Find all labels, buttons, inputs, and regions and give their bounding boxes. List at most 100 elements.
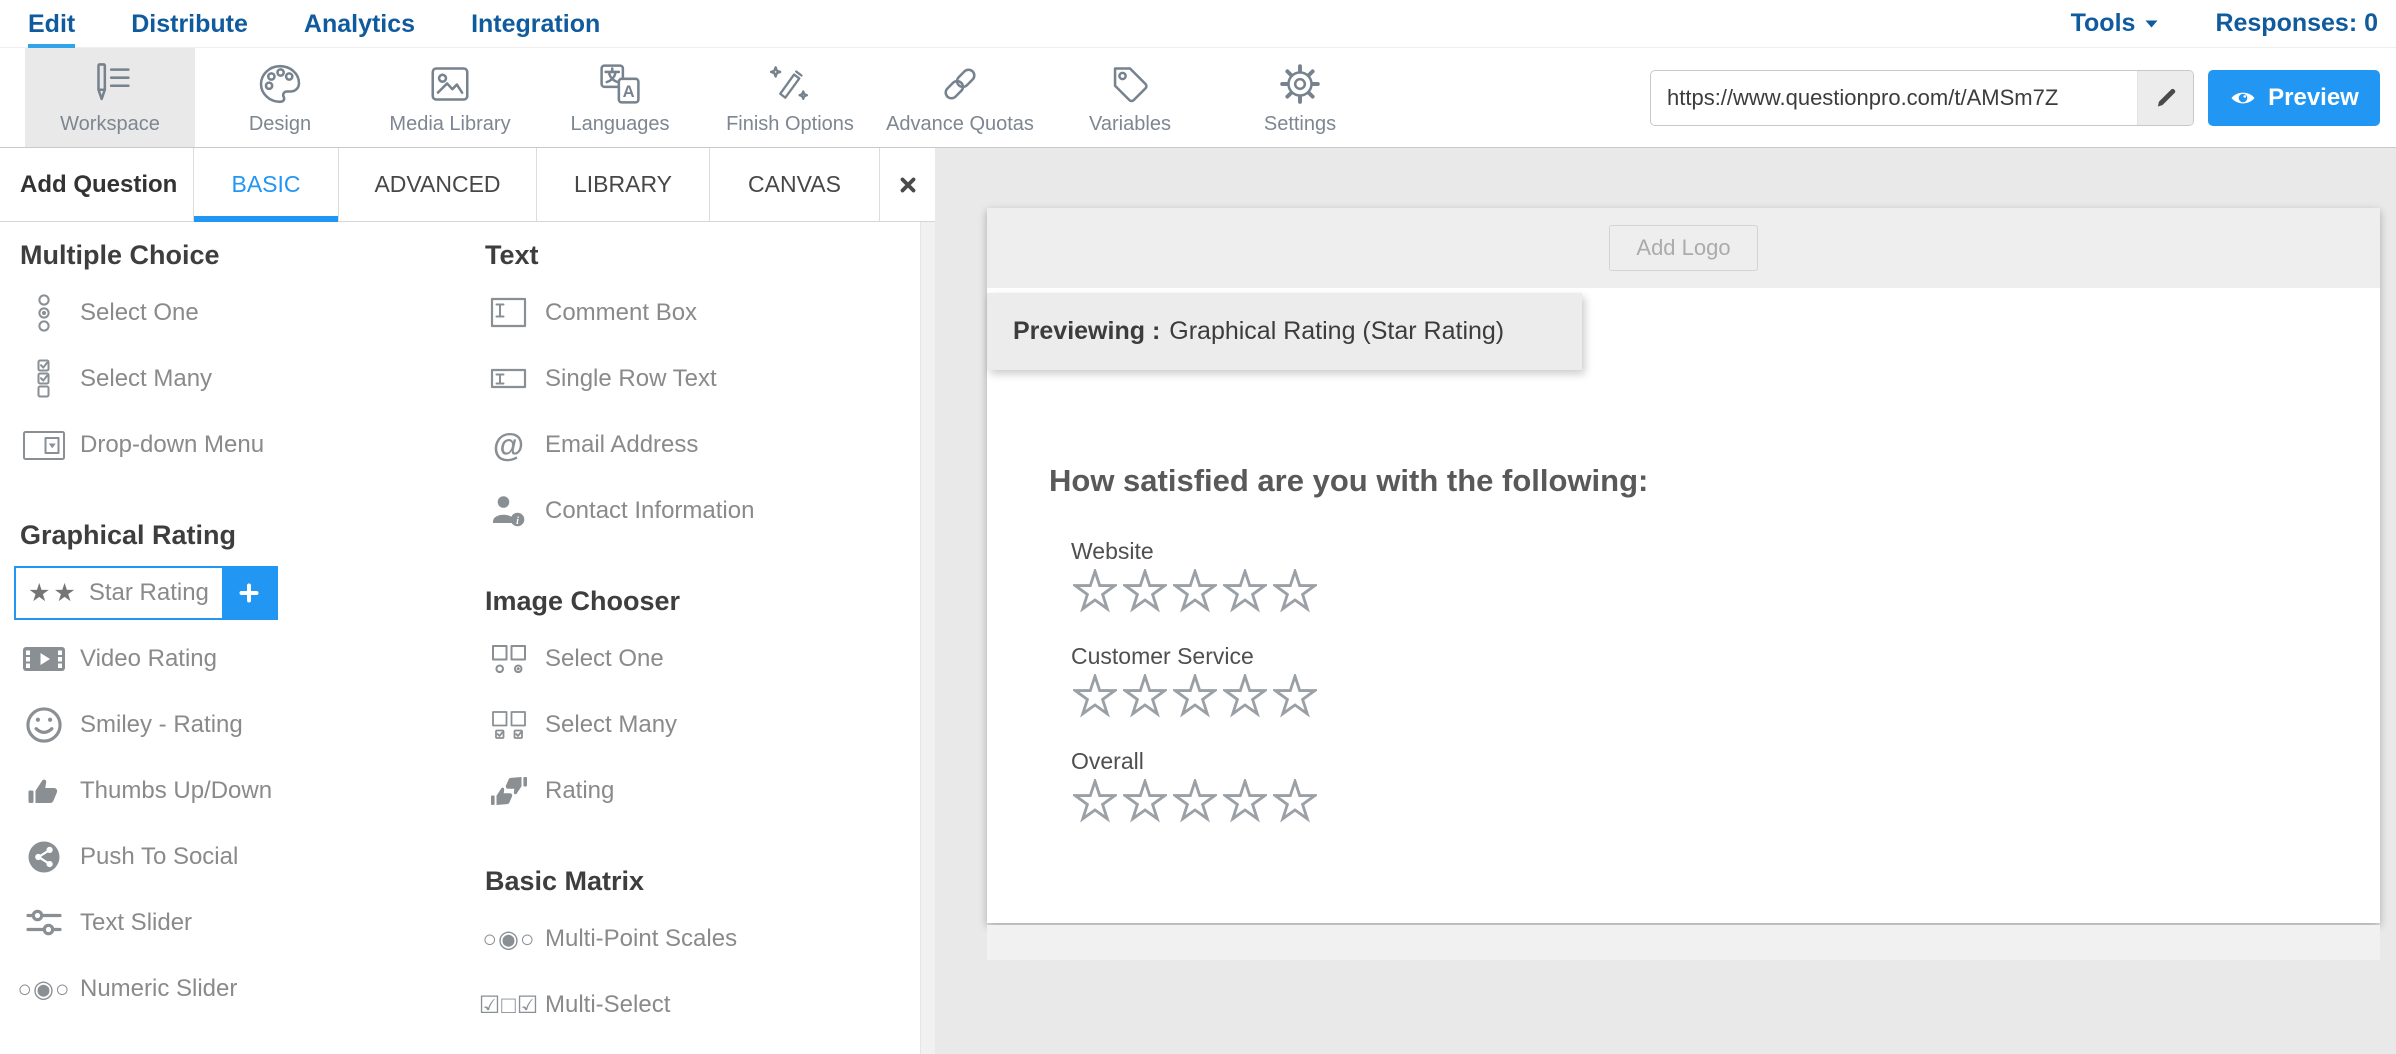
question-type-video-rating[interactable]: Video Rating <box>0 626 465 692</box>
nav-item-integration[interactable]: Integration <box>471 2 600 46</box>
toolbar-item-media-library[interactable]: Media Library <box>365 48 535 147</box>
star-outline-icon[interactable] <box>1073 569 1117 615</box>
question-type-label: Numeric Slider <box>80 975 237 1003</box>
preview-area: Add Logo Previewing : Graphical Rating (… <box>935 148 2396 1054</box>
star-outline-icon[interactable] <box>1173 674 1217 720</box>
question-type-drop-down-menu[interactable]: Drop-down Menu <box>0 412 465 478</box>
edit-url-button[interactable] <box>2137 71 2193 125</box>
survey-url-box <box>1650 70 2194 126</box>
question-type-select-one[interactable]: Select One <box>465 626 935 692</box>
question-type-star-rating[interactable]: ★★ Star Rating <box>0 560 465 626</box>
email-at-icon: @ <box>485 427 533 464</box>
star-outline-icon[interactable] <box>1073 674 1117 720</box>
toolbar-item-advance-quotas[interactable]: Advance Quotas <box>875 48 1045 147</box>
star-outline-icon[interactable] <box>1073 779 1117 825</box>
survey-toolbar: Workspace Design Media Library A Language… <box>0 48 2396 148</box>
add-question-panel: Add Question BASICADVANCEDLIBRARYCANVAS … <box>0 148 935 1054</box>
nav-items: Edit Distribute Analytics Integration <box>28 0 600 48</box>
toolbar-item-finish-options[interactable]: Finish Options <box>705 48 875 147</box>
toolbar-item-label: Languages <box>571 113 670 136</box>
pencil-icon <box>2153 85 2179 111</box>
question-type-thumbs-up-down[interactable]: Thumbs Up/Down <box>0 758 465 824</box>
question-type-numeric-slider[interactable]: ○◉○ Numeric Slider <box>0 956 465 1022</box>
multi-point-scales-icon: ○◉○ <box>485 925 533 954</box>
nav-item-analytics[interactable]: Analytics <box>304 2 415 46</box>
question-type-single-row-text[interactable]: Single Row Text <box>465 346 935 412</box>
image-rating-thumbs-icon <box>485 773 533 809</box>
tab-library[interactable]: LIBRARY <box>536 148 709 221</box>
push-to-social-icon <box>20 837 68 877</box>
tab-basic[interactable]: BASIC <box>193 148 338 221</box>
question-type-label: Contact Information <box>545 497 754 525</box>
star-outline-icon[interactable] <box>1173 779 1217 825</box>
question-text: How satisfied are you with the following… <box>1049 463 1648 499</box>
preview-button[interactable]: Preview <box>2208 70 2380 126</box>
section-heading-graphical-rating: Graphical Rating <box>0 514 465 560</box>
previewing-label: Previewing : <box>1013 317 1160 346</box>
nav-item-edit[interactable]: Edit <box>28 0 75 48</box>
logo-band: Add Logo <box>987 208 2380 288</box>
star-outline-icon[interactable] <box>1223 779 1267 825</box>
close-panel-button[interactable] <box>879 148 935 221</box>
question-type-contact-information[interactable]: i Contact Information <box>465 478 935 544</box>
question-type-label: Select Many <box>80 365 212 393</box>
question-type-label: Multi-Select <box>545 991 670 1019</box>
star-outline-icon[interactable] <box>1223 569 1267 615</box>
responses-count[interactable]: Responses: 0 <box>2215 9 2378 38</box>
toolbar-item-workspace[interactable]: Workspace <box>25 48 195 147</box>
question-type-label: Video Rating <box>80 645 217 673</box>
next-section-strip <box>987 925 2380 960</box>
question-type-select-many[interactable]: Select Many <box>465 692 935 758</box>
previewing-question-type: Graphical Rating (Star Rating) <box>1169 317 1504 346</box>
survey-preview-card: Add Logo Previewing : Graphical Rating (… <box>987 208 2380 923</box>
star-outline-icon[interactable] <box>1123 779 1167 825</box>
question-type-select-many[interactable]: Select Many <box>0 346 465 412</box>
question-type-select-one[interactable]: Select One <box>0 280 465 346</box>
question-tabs-row: Add Question BASICADVANCEDLIBRARYCANVAS <box>0 148 935 222</box>
question-type-multi-point-scales[interactable]: ○◉○ Multi-Point Scales <box>465 906 935 972</box>
top-nav-bar: Edit Distribute Analytics Integration Tools… <box>0 0 2396 48</box>
question-type-email-address[interactable]: @ Email Address <box>465 412 935 478</box>
multi-select-icon: ☑□☑ <box>485 991 533 1020</box>
tab-canvas[interactable]: CANVAS <box>709 148 879 221</box>
toolbar-item-languages[interactable]: A Languages <box>535 48 705 147</box>
star-rating-icon: ★★ <box>16 578 79 608</box>
add-question-plus-button[interactable] <box>222 568 276 618</box>
question-type-label: Text Slider <box>80 909 192 937</box>
toolbar-item-label: Workspace <box>60 113 160 136</box>
panel-scrollbar[interactable] <box>920 222 935 1054</box>
tools-menu-button[interactable]: Tools <box>2071 9 2160 38</box>
star-row <box>1073 674 1317 720</box>
star-outline-icon[interactable] <box>1273 569 1317 615</box>
star-outline-icon[interactable] <box>1223 674 1267 720</box>
toolbar-item-variables[interactable]: Variables <box>1045 48 1215 147</box>
star-outline-icon[interactable] <box>1123 674 1167 720</box>
question-type-smiley-rating[interactable]: Smiley - Rating <box>0 692 465 758</box>
question-type-multi-select[interactable]: ☑□☑ Multi-Select <box>465 972 935 1038</box>
question-type-label: Star Rating <box>89 579 222 607</box>
question-type-column-1: Multiple Choice Select One Select Many D… <box>0 234 465 1038</box>
question-type-text-slider[interactable]: Text Slider <box>0 890 465 956</box>
section-heading-multiple-choice: Multiple Choice <box>0 234 465 280</box>
question-type-comment-box[interactable]: Comment Box <box>465 280 935 346</box>
toolbar-item-design[interactable]: Design <box>195 48 365 147</box>
star-outline-icon[interactable] <box>1123 569 1167 615</box>
selected-question-type-chip[interactable]: ★★ Star Rating <box>14 566 278 620</box>
workspace-icon <box>87 60 133 108</box>
question-type-push-to-social[interactable]: Push To Social <box>0 824 465 890</box>
rating-row-label: Overall <box>1071 748 1317 775</box>
star-outline-icon[interactable] <box>1273 674 1317 720</box>
toolbar-item-settings[interactable]: Settings <box>1215 48 1385 147</box>
tab-advanced[interactable]: ADVANCED <box>338 148 536 221</box>
question-type-label: Select One <box>80 299 199 327</box>
toolbar-item-label: Variables <box>1089 113 1171 136</box>
question-type-column-2: Text Comment Box Single Row Text@ Email … <box>465 234 935 1038</box>
survey-url-input[interactable] <box>1651 71 2137 125</box>
toolbar-cells: Workspace Design Media Library A Language… <box>25 48 1385 147</box>
question-type-rating[interactable]: Rating <box>465 758 935 824</box>
star-outline-icon[interactable] <box>1173 569 1217 615</box>
add-logo-button[interactable]: Add Logo <box>1609 225 1757 271</box>
toolbar-item-label: Media Library <box>389 113 510 136</box>
star-outline-icon[interactable] <box>1273 779 1317 825</box>
nav-item-distribute[interactable]: Distribute <box>131 2 248 46</box>
